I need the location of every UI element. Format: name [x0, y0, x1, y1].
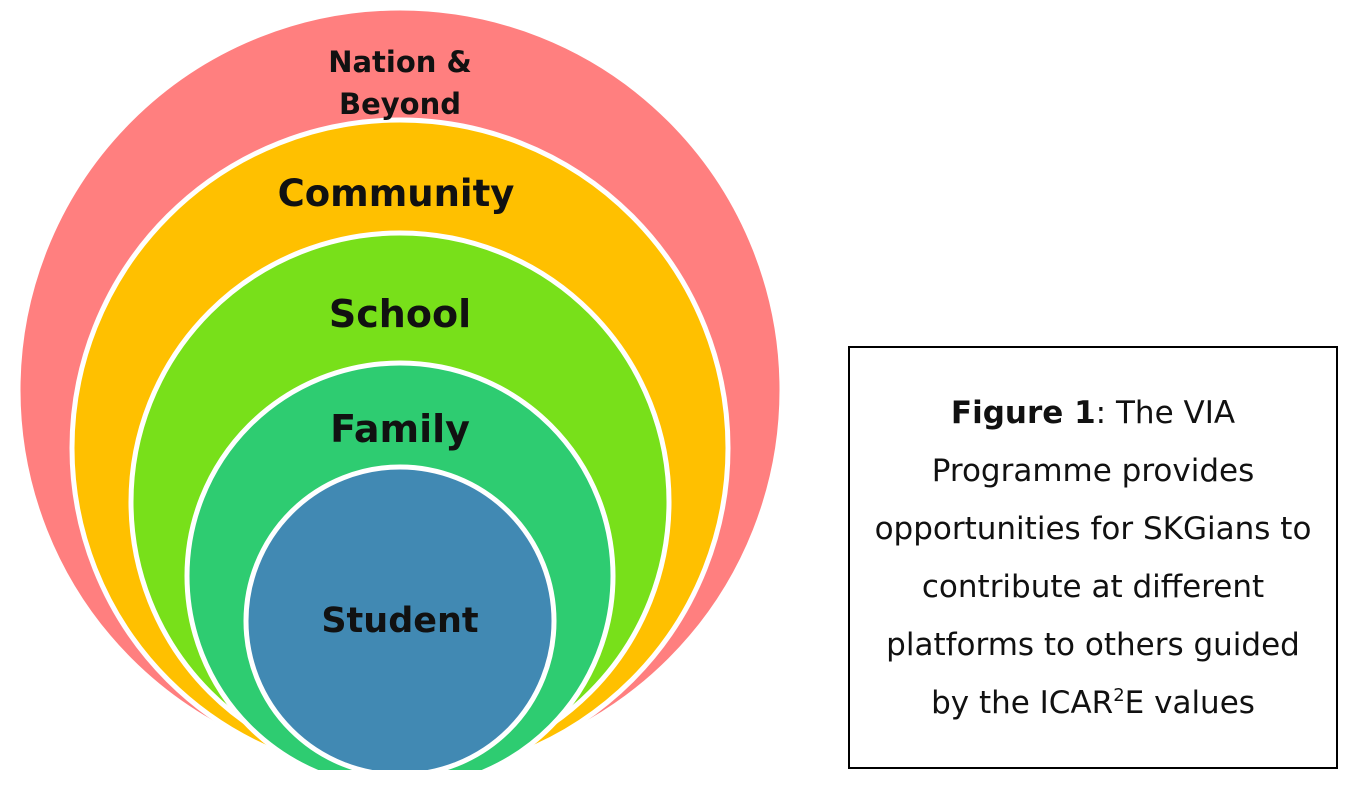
figure-caption: Figure 1: The VIA Programme provides opp… [873, 384, 1313, 732]
caption-body: The VIA Programme provides opportunities… [874, 394, 1312, 721]
label-nation-beyond-line-1: Nation & [328, 45, 472, 79]
label-family: Family [330, 407, 470, 451]
concentric-rings-diagram: Nation & Beyond Community School Family … [15, 5, 785, 770]
caption-body-end: E values [1124, 684, 1255, 721]
label-community: Community [278, 172, 515, 215]
label-nation-beyond-line-2: Beyond [339, 87, 461, 121]
label-student: Student [321, 601, 478, 641]
figure-caption-box: Figure 1: The VIA Programme provides opp… [848, 346, 1338, 769]
caption-superscript: 2 [1113, 684, 1125, 706]
caption-separator: : [1095, 394, 1116, 431]
label-school: School [329, 292, 471, 336]
figure-label: Figure 1 [950, 394, 1096, 431]
